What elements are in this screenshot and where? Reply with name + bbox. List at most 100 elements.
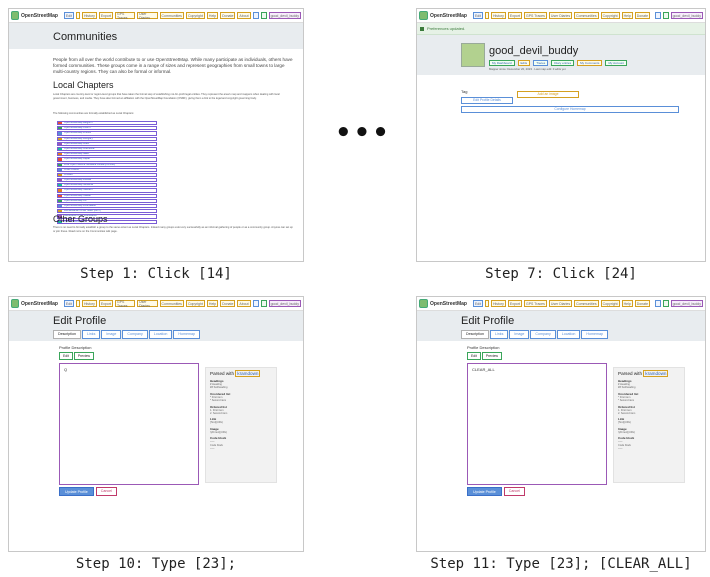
nav-communities[interactable]: Communities [574,300,599,307]
tab-description[interactable]: Description [53,330,81,339]
chapter-link[interactable]: OpenStreetMap UK [57,198,157,203]
osm-brand[interactable]: OpenStreetMap [430,13,467,19]
osm-logo-icon[interactable] [419,11,428,20]
chapter-link[interactable]: Humanitarian OSM Team (HOT) [57,209,157,214]
nav-about[interactable]: About [237,12,251,19]
chip-account[interactable]: My Account [605,60,627,66]
nav-communities[interactable]: Communities [159,12,184,19]
nav-export[interactable]: Export [98,300,113,307]
nav-copyright[interactable]: Copyright [600,12,620,19]
subtab-edit[interactable]: Edit [59,352,73,360]
osm-logo-icon[interactable] [419,299,428,308]
nav-donate[interactable]: Donate [220,12,236,19]
nav-copyright[interactable]: Copyright [185,300,205,307]
osm-brand[interactable]: OpenStreetMap [21,301,58,307]
nav-edit[interactable]: Edit [63,12,74,19]
chip-edits[interactable]: Edits [517,60,531,66]
nav-donate[interactable]: Donate [634,12,651,19]
nav-donate[interactable]: Donate [220,300,236,307]
add-image-button[interactable]: Add an image [517,91,579,98]
nav-help[interactable]: Help [621,12,633,19]
chapter-link[interactable]: OpenStreetMap Taiwan [57,193,157,198]
nav-export[interactable]: Export [98,12,113,19]
kramdown-link[interactable]: kramdown [643,370,669,377]
nav-gps-traces[interactable]: GPS Traces [114,300,136,308]
kramdown-link[interactable]: kramdown [235,370,261,377]
tab-company[interactable]: Company [122,330,148,339]
nav-export[interactable]: Export [507,300,522,307]
nav-communities[interactable]: Communities [159,300,184,307]
tab-location[interactable]: Location [556,330,581,339]
nav-user-diaries[interactable]: User Diaries [137,12,158,20]
nav-dropdown[interactable] [75,12,80,19]
chapter-link[interactable]: OpenStreetMap Belgium [57,121,157,126]
avatar[interactable] [260,300,267,307]
nav-history[interactable]: History [81,12,97,19]
nav-edit[interactable]: Edit [63,300,74,307]
nav-history[interactable]: History [81,300,97,307]
nav-copyright[interactable]: Copyright [185,12,205,19]
nav-export[interactable]: Export [507,12,522,19]
avatar[interactable] [260,12,267,19]
user-menu[interactable]: good_devil_buddy [268,300,301,307]
cancel-button[interactable]: Cancel [503,487,525,496]
chapter-link[interactable]: OpenStreetMap India [57,141,157,146]
nav-gps-traces[interactable]: GPS Traces [524,300,547,307]
nav-dropdown[interactable] [484,300,489,307]
nav-history[interactable]: History [490,300,506,307]
chapter-link[interactable]: OpenStreetMap Russia [57,178,157,183]
messages-icon[interactable] [252,12,259,19]
chapter-link[interactable]: OpenStreetMap Foundation [57,204,157,209]
nav-donate[interactable]: Donate [634,300,651,307]
osm-logo-icon[interactable] [11,11,19,20]
chapter-link[interactable]: OSM Poland [57,167,157,172]
nav-about[interactable]: About [237,300,251,307]
tab-image[interactable]: Image [101,330,122,339]
subtab-preview[interactable]: Preview [481,352,502,360]
description-textarea[interactable]: Q [59,363,199,485]
chapter-link[interactable]: OpenStreetMap Indonesia [57,146,157,152]
chip-dashboard[interactable]: My Dashboard [489,60,515,66]
tab-links[interactable]: Links [81,330,101,339]
nav-dropdown[interactable] [75,300,80,307]
user-menu[interactable]: good_devil_buddy [268,12,301,19]
tab-links[interactable]: Links [489,330,509,339]
subtab-edit[interactable]: Edit [467,352,481,360]
messages-icon[interactable] [252,300,259,307]
messages-icon[interactable] [654,300,661,307]
messages-icon[interactable] [654,12,661,19]
user-menu[interactable]: good_devil_buddy [670,12,703,19]
tab-description[interactable]: Description [461,330,489,339]
nav-dropdown[interactable] [484,12,489,19]
chapter-link[interactable]: OpenStreetMap Slovenia [57,183,157,188]
nav-help[interactable]: Help [621,300,633,307]
user-menu[interactable]: good_devil_buddy [670,300,703,307]
nav-gps-traces[interactable]: GPS Traces [114,12,136,20]
cancel-button[interactable]: Cancel [95,487,117,496]
osm-logo-icon[interactable] [11,299,19,308]
nav-user-diaries[interactable]: User Diaries [548,12,573,19]
update-profile-button[interactable]: Update Profile [59,487,94,496]
chapter-link[interactable]: OpenStreetMap France [57,131,157,136]
chapter-link[interactable]: Free Open Source Software Korea (FOSSK) [57,162,157,167]
update-profile-button[interactable]: Update Profile [467,487,502,496]
osm-brand[interactable]: OpenStreetMap [430,301,467,307]
avatar[interactable] [662,12,669,19]
chapter-link[interactable]: OpenStreetMap Japan [57,157,157,162]
nav-user-diaries[interactable]: User Diaries [137,300,158,308]
nav-help[interactable]: Help [206,300,219,307]
chip-traces[interactable]: Traces [533,60,549,66]
tab-homemap[interactable]: Homemap [173,330,200,339]
chapter-link[interactable]: OpenStreetMap Czech [57,126,157,131]
chapter-link[interactable]: OpenStreetMap Italia [57,152,157,157]
nav-copyright[interactable]: Copyright [600,300,620,307]
subtab-preview[interactable]: Preview [73,352,94,360]
nav-gps-traces[interactable]: GPS Traces [524,12,547,19]
avatar[interactable] [662,300,669,307]
nav-history[interactable]: History [490,12,506,19]
nav-user-diaries[interactable]: User Diaries [548,300,573,307]
nav-communities[interactable]: Communities [574,12,599,19]
chip-diary[interactable]: Diary entries [551,60,575,66]
tab-image[interactable]: Image [509,330,530,339]
chip-comments[interactable]: My Comments [577,60,603,66]
